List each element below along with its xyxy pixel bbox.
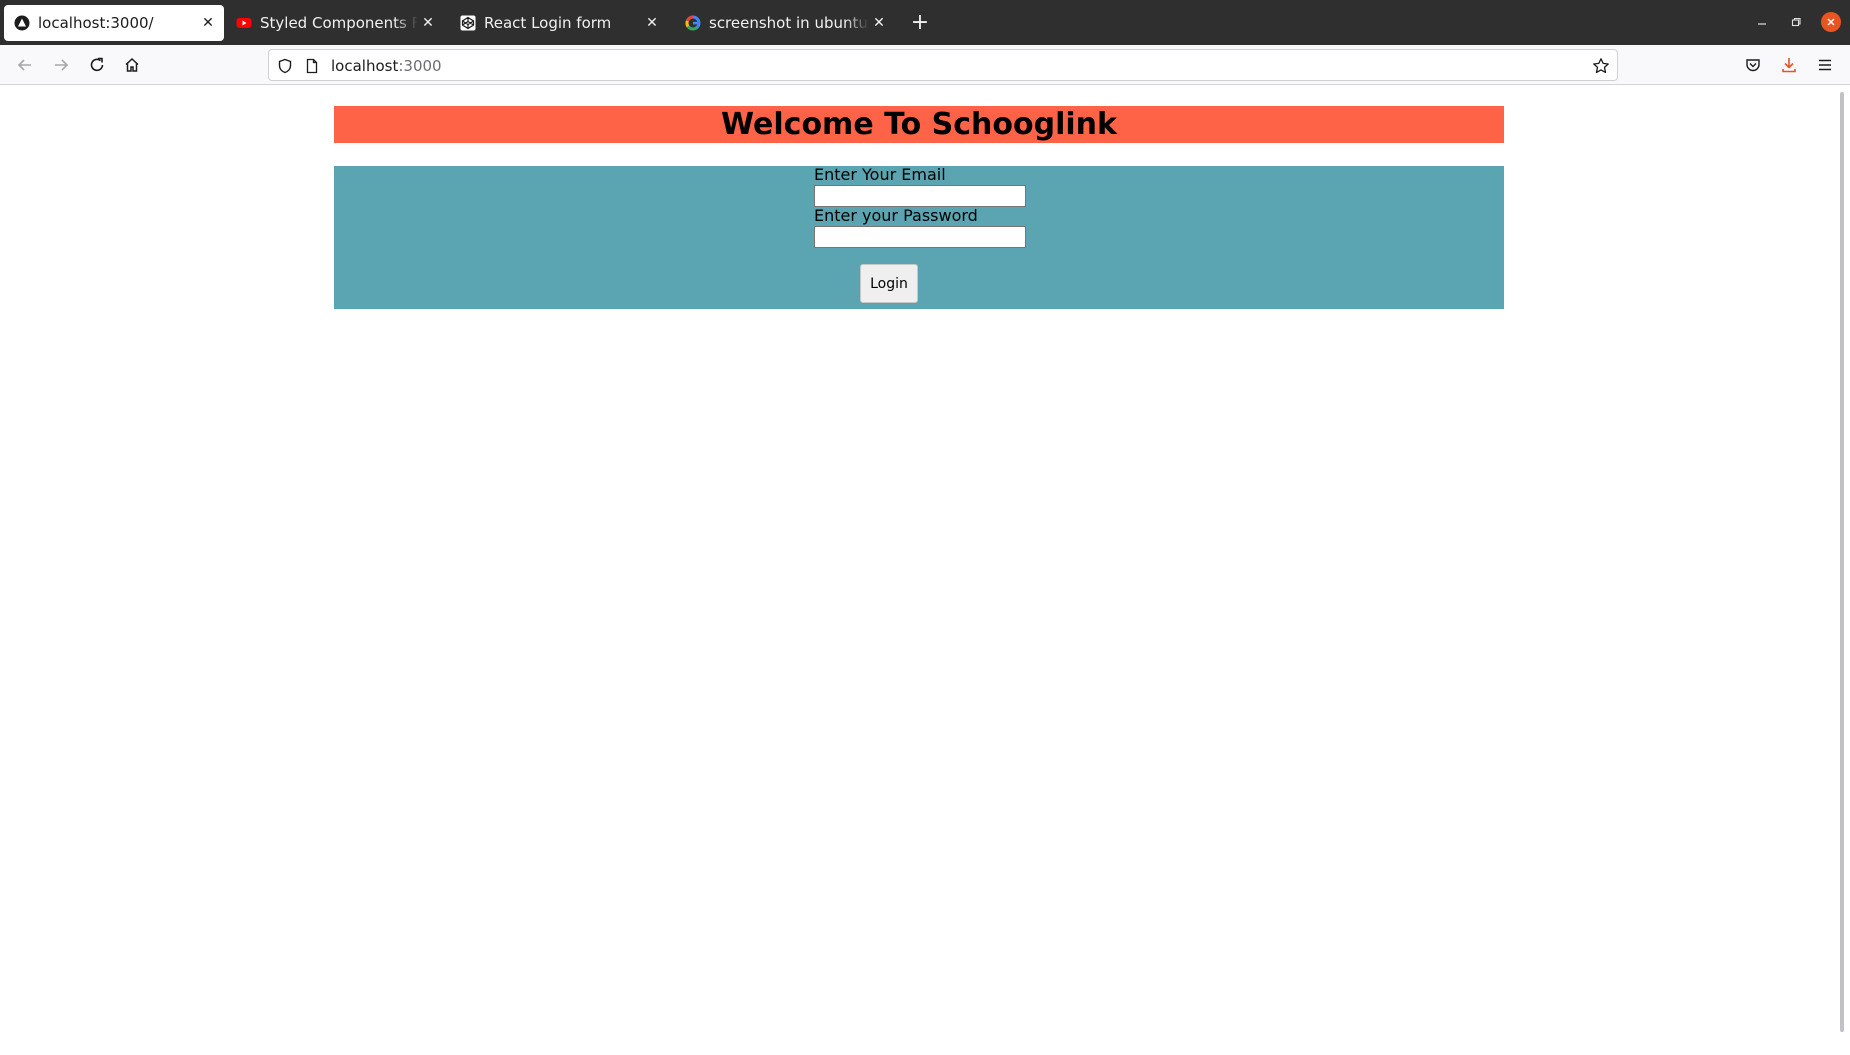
back-arrow-icon[interactable] [13, 53, 37, 77]
page-scrollbar[interactable] [1840, 92, 1844, 1032]
youtube-icon [236, 15, 252, 31]
shield-icon[interactable] [275, 56, 295, 76]
navigation-toolbar: localhost:3000 [0, 45, 1850, 85]
tab-strip: localhost:3000/ ✕ Styled Components Full… [0, 0, 1850, 45]
download-icon[interactable] [1777, 53, 1801, 77]
minimize-icon[interactable] [1752, 12, 1772, 32]
login-button[interactable]: Login [860, 264, 918, 303]
url-text[interactable]: localhost:3000 [331, 56, 442, 76]
restore-icon[interactable] [1786, 12, 1806, 32]
tab-react-login-form[interactable]: React Login form ✕ [450, 5, 668, 41]
tab-screenshot-ubuntu[interactable]: screenshot in ubuntu 20.04 ✕ [675, 5, 895, 41]
url-bar[interactable]: localhost:3000 [268, 49, 1618, 81]
tab-title: React Login form [484, 14, 612, 32]
login-form: Enter Your Email Enter your Password Log… [334, 166, 1504, 309]
close-tab-icon[interactable]: ✕ [198, 13, 218, 33]
google-icon [685, 15, 701, 31]
email-field[interactable] [814, 185, 1026, 207]
close-tab-icon[interactable]: ✕ [418, 13, 438, 33]
reload-icon[interactable] [85, 53, 109, 77]
tab-styled-components[interactable]: Styled Components Full Tutorial ✕ [226, 5, 444, 41]
codepen-icon [460, 15, 476, 31]
new-tab-button[interactable]: + [908, 10, 932, 35]
close-tab-icon[interactable]: ✕ [869, 13, 889, 33]
hamburger-menu-icon[interactable] [1813, 53, 1837, 77]
bookmark-star-icon[interactable] [1591, 56, 1611, 76]
welcome-header: Welcome To Schooglink [334, 106, 1504, 143]
pocket-icon[interactable] [1741, 53, 1765, 77]
close-window-icon[interactable] [1821, 12, 1841, 32]
url-port: :3000 [398, 57, 442, 75]
close-tab-icon[interactable]: ✕ [642, 13, 662, 33]
tab-title: screenshot in ubuntu 20.04 [709, 14, 869, 32]
tab-localhost[interactable]: localhost:3000/ ✕ [4, 5, 224, 41]
url-host: localhost [331, 57, 399, 75]
email-label: Enter Your Email [814, 165, 946, 184]
password-label: Enter your Password [814, 206, 978, 225]
page-title: Welcome To Schooglink [721, 107, 1117, 142]
page-info-icon[interactable] [302, 56, 322, 76]
browser-window: localhost:3000/ ✕ Styled Components Full… [0, 0, 1850, 1055]
home-icon[interactable] [120, 53, 144, 77]
tab-title: Styled Components Full Tutorial [260, 14, 418, 32]
react-app-icon [14, 15, 30, 31]
tab-title: localhost:3000/ [38, 14, 154, 32]
page-viewport: Welcome To Schooglink Enter Your Email E… [0, 85, 1850, 1055]
forward-arrow-icon[interactable] [49, 53, 73, 77]
password-field[interactable] [814, 226, 1026, 248]
